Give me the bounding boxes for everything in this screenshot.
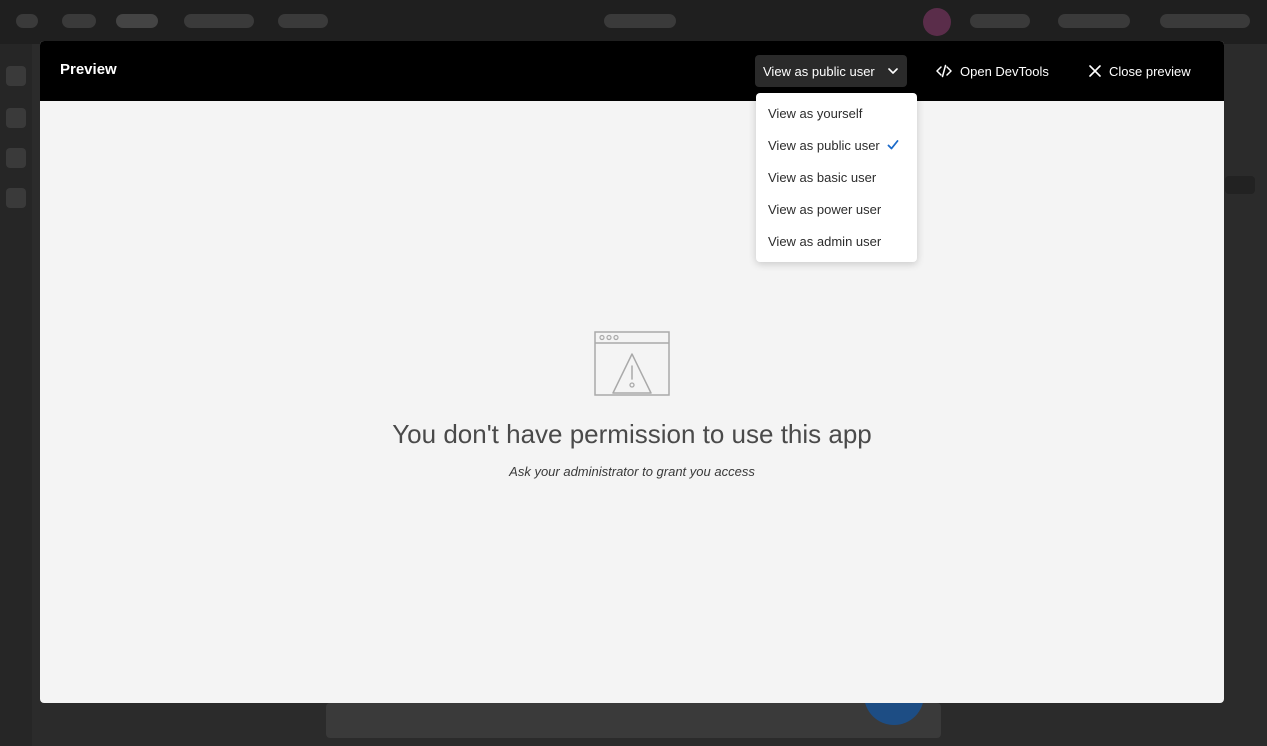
code-icon: [936, 64, 952, 78]
modal-header: Preview View as public user Open DevTool…: [40, 41, 1224, 101]
avatar: [923, 8, 951, 36]
menu-item-label: View as basic user: [768, 169, 877, 185]
close-preview-label: Close preview: [1109, 63, 1191, 79]
menu-item-label: View as admin user: [768, 233, 882, 249]
empty-state-title: You don't have permission to use this ap…: [392, 419, 872, 449]
menu-item-label: View as public user: [768, 137, 880, 153]
checkmark-icon: [887, 140, 899, 150]
preview-modal: Preview View as public user Open DevTool…: [40, 41, 1224, 703]
menu-item-label: View as yourself: [768, 105, 863, 121]
menu-item-view-as-admin-user[interactable]: View as admin user: [756, 225, 917, 257]
empty-state-subtitle: Ask your administrator to grant you acce…: [509, 464, 755, 479]
background-app-element: [1225, 176, 1255, 194]
menu-item-view-as-basic-user[interactable]: View as basic user: [756, 161, 917, 193]
view-as-select[interactable]: View as public user: [755, 55, 907, 87]
menu-item-label: View as power user: [768, 201, 882, 217]
close-preview-button[interactable]: Close preview: [1089, 55, 1191, 87]
open-devtools-button[interactable]: Open DevTools: [936, 55, 1049, 87]
empty-state: You don't have permission to use this ap…: [40, 331, 1224, 479]
view-as-select-value: View as public user: [763, 63, 875, 79]
menu-item-view-as-yourself[interactable]: View as yourself: [756, 97, 917, 129]
menu-item-view-as-public-user[interactable]: View as public user: [756, 129, 917, 161]
menu-item-view-as-power-user[interactable]: View as power user: [756, 193, 917, 225]
close-icon: [1089, 65, 1101, 77]
background-app-topbar: [0, 0, 1267, 44]
background-app-bottom-bar: [326, 703, 941, 738]
chevron-down-icon: [888, 68, 898, 74]
modal-title: Preview: [60, 61, 117, 78]
background-app-sidebar: [0, 44, 32, 746]
open-devtools-label: Open DevTools: [960, 63, 1049, 79]
view-as-dropdown-menu: View as yourself View as public user Vie…: [756, 93, 917, 262]
browser-warning-icon: [594, 331, 670, 396]
